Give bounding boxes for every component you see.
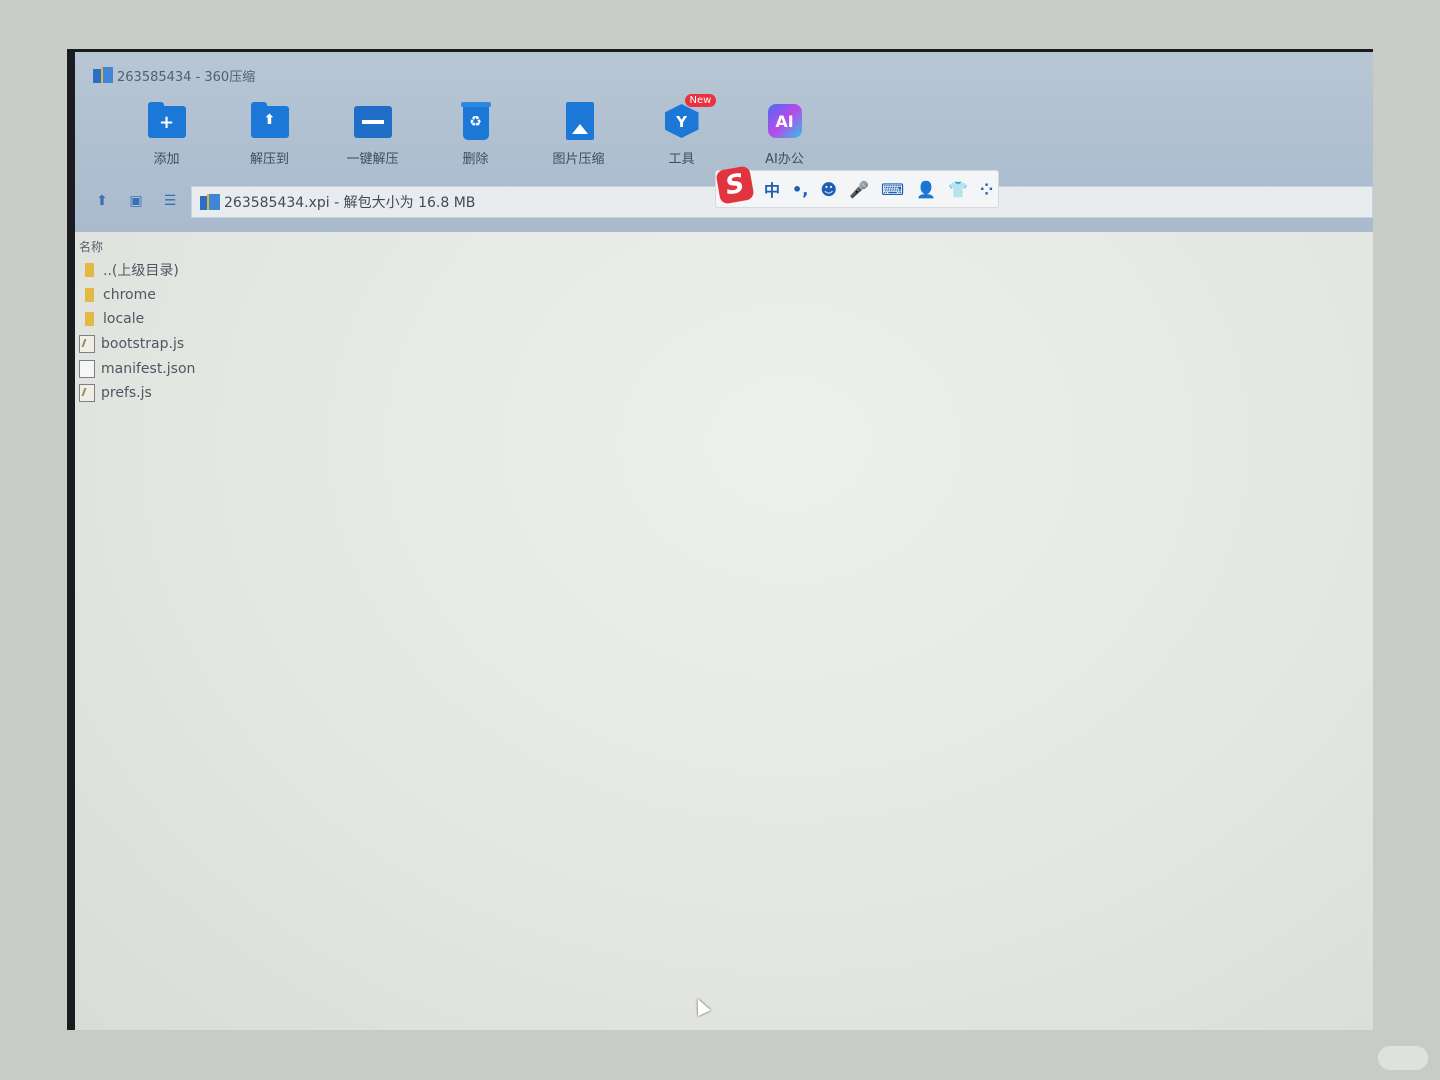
- one-click-extract-button[interactable]: 一键解压: [321, 100, 424, 167]
- script-file-icon: [79, 335, 95, 354]
- app-logo-icon: [93, 67, 113, 83]
- window-title: 263585434 - 360压缩: [117, 69, 256, 85]
- list-item[interactable]: locale: [79, 307, 195, 332]
- header-divider: [75, 228, 1373, 232]
- up-arrow-icon[interactable]: ⬆: [93, 192, 111, 210]
- delete-button[interactable]: ♻ 删除: [424, 100, 527, 167]
- new-badge: New: [684, 94, 717, 107]
- punctuation-icon[interactable]: •,: [792, 180, 808, 199]
- skin-icon[interactable]: 👕: [948, 180, 968, 199]
- tools-icon: New Y: [661, 94, 717, 142]
- list-item[interactable]: ..(上级目录): [79, 258, 195, 283]
- archive-icon: [200, 194, 220, 210]
- toolbar: + 添加 ⬆ 解压到 一键解压 ♻ 删除 图片压缩 New Y 工具 AI AI…: [115, 94, 836, 167]
- ime-toolbar: S 中 •, ☻ 🎤 ⌨ 👤 👕 ⁘: [715, 165, 999, 208]
- folder-icon: [85, 263, 94, 278]
- ime-mode-toggle[interactable]: 中: [764, 177, 780, 201]
- window-header: 263585434 - 360压缩 + 添加 ⬆ 解压到 一键解压 ♻ 删除 图…: [75, 52, 1373, 228]
- file-name: chrome: [103, 286, 156, 303]
- column-header-name[interactable]: 名称: [79, 238, 195, 258]
- list-item[interactable]: manifest.json: [79, 356, 195, 381]
- apps-grid-icon[interactable]: ⁘: [980, 180, 993, 199]
- one-click-extract-label: 一键解压: [346, 152, 399, 167]
- delete-label: 删除: [462, 152, 489, 167]
- tools-label: 工具: [668, 152, 695, 167]
- image-compress-icon: [558, 100, 600, 142]
- file-name: ..(上级目录): [103, 263, 179, 280]
- list-item[interactable]: prefs.js: [79, 381, 195, 406]
- tools-button[interactable]: New Y 工具: [630, 94, 733, 167]
- list-item[interactable]: bootstrap.js: [79, 332, 195, 357]
- ai-office-button[interactable]: AI AI办公: [733, 100, 836, 167]
- thumbnail-view-icon[interactable]: ▣: [127, 192, 145, 210]
- ai-office-icon: AI: [764, 100, 806, 142]
- delete-icon: ♻: [455, 100, 497, 142]
- add-folder-icon: +: [146, 100, 188, 142]
- titlebar: 263585434 - 360压缩: [93, 64, 255, 86]
- script-file-icon: [79, 384, 95, 403]
- ai-office-label: AI办公: [765, 152, 804, 167]
- list-view-icon[interactable]: ☰: [161, 192, 179, 210]
- archive-path: 263585434.xpi - 解包大小为 16.8 MB: [224, 195, 476, 211]
- extract-to-label: 解压到: [249, 152, 289, 167]
- extract-to-icon: ⬆: [249, 100, 291, 142]
- image-compress-button[interactable]: 图片压缩: [527, 100, 630, 167]
- file-name: manifest.json: [101, 360, 196, 377]
- one-click-extract-icon: [352, 100, 394, 142]
- file-name: prefs.js: [101, 385, 152, 402]
- file-list: 名称 ..(上级目录) chrome locale bootstrap.js m…: [79, 238, 195, 406]
- sogou-logo-icon[interactable]: S: [715, 165, 755, 205]
- emoji-icon[interactable]: ☻: [820, 180, 837, 199]
- photo-frame: 263585434 - 360压缩 + 添加 ⬆ 解压到 一键解压 ♻ 删除 图…: [67, 49, 1373, 1030]
- add-button[interactable]: + 添加: [115, 100, 218, 167]
- add-button-label: 添加: [153, 152, 180, 167]
- keyboard-icon[interactable]: ⌨: [881, 180, 904, 199]
- file-name: locale: [103, 311, 145, 328]
- microphone-icon[interactable]: 🎤: [849, 180, 869, 199]
- account-icon[interactable]: 👤: [916, 180, 936, 199]
- extract-to-button[interactable]: ⬆ 解压到: [218, 100, 321, 167]
- file-name: bootstrap.js: [101, 336, 185, 353]
- app-window: 263585434 - 360压缩 + 添加 ⬆ 解压到 一键解压 ♻ 删除 图…: [75, 52, 1373, 1030]
- file-icon: [79, 359, 95, 378]
- image-compress-label: 图片压缩: [552, 152, 605, 167]
- watermark: [1378, 1046, 1428, 1070]
- mouse-pointer-icon: [691, 995, 711, 1017]
- list-item[interactable]: chrome: [79, 283, 195, 308]
- folder-icon: [85, 287, 94, 302]
- folder-icon: [85, 312, 94, 327]
